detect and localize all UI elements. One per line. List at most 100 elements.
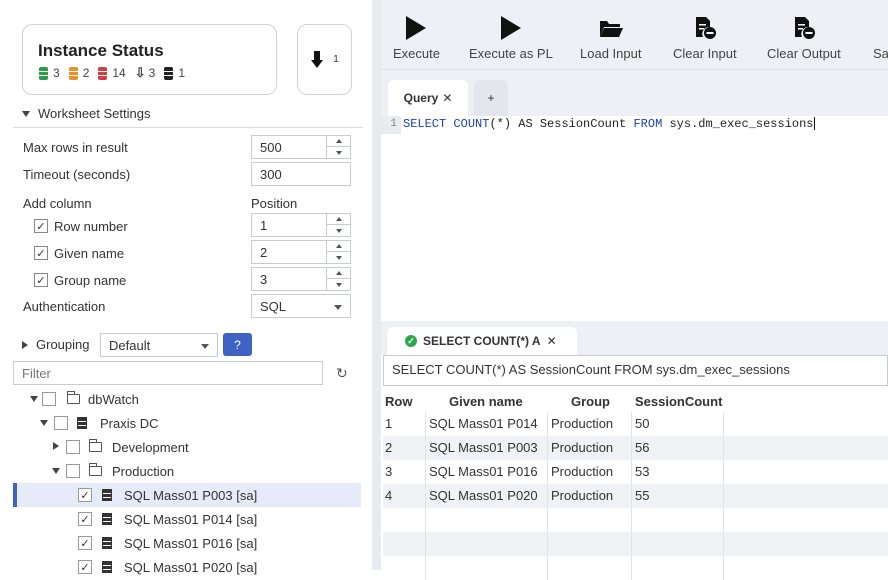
clear-output-button[interactable]: Clear Output bbox=[767, 14, 841, 61]
status-count-red: 14 bbox=[112, 66, 126, 80]
folder-icon bbox=[89, 439, 102, 452]
code-line: SELECT COUNT(*) AS SessionCount FROM sys… bbox=[403, 117, 815, 131]
column-header-row[interactable]: Row bbox=[385, 390, 425, 412]
decrement-button[interactable] bbox=[327, 279, 350, 290]
tree-node-label: Praxis DC bbox=[100, 416, 159, 431]
timeout-value: 300 bbox=[260, 167, 282, 182]
text-cursor bbox=[813, 117, 815, 131]
clear-input-button[interactable]: Clear Input bbox=[673, 14, 737, 61]
load-input-button[interactable]: Load Input bbox=[580, 14, 641, 61]
row-number-label: Row number bbox=[54, 219, 128, 234]
table-row[interactable]: 4 SQL Mass01 P020 Production 55 bbox=[383, 484, 888, 508]
tree-checkbox[interactable]: ✓ bbox=[78, 488, 92, 502]
given-name-checkbox[interactable]: ✓ bbox=[34, 246, 48, 260]
grouping-select[interactable]: Default bbox=[100, 333, 218, 357]
tree-node-p014[interactable]: ✓ SQL Mass01 P014 [sa] bbox=[13, 507, 361, 531]
table-row[interactable]: 1 SQL Mass01 P014 Production 50 bbox=[383, 412, 888, 436]
splitter[interactable] bbox=[372, 0, 381, 570]
tree-checkbox[interactable] bbox=[42, 392, 56, 406]
max-rows-label: Max rows in result bbox=[23, 140, 128, 155]
tree-node-label: SQL Mass01 P016 [sa] bbox=[124, 536, 258, 551]
timeout-field[interactable]: 300 bbox=[251, 162, 351, 186]
tab-query[interactable]: Query ✕ bbox=[388, 80, 468, 116]
tree-node-p003[interactable]: ✓ SQL Mass01 P003 [sa] bbox=[13, 483, 361, 507]
server-icon bbox=[102, 537, 112, 549]
tree-checkbox[interactable] bbox=[66, 440, 80, 454]
server-icon bbox=[77, 417, 87, 429]
group-name-checkbox[interactable]: ✓ bbox=[34, 273, 48, 287]
expand-icon[interactable] bbox=[40, 420, 48, 426]
db-green-icon bbox=[39, 66, 48, 80]
tree-checkbox[interactable]: ✓ bbox=[78, 536, 92, 550]
increment-button[interactable] bbox=[327, 268, 350, 279]
grouping-toggle[interactable]: Grouping bbox=[22, 337, 89, 352]
add-tab-button[interactable]: + bbox=[474, 80, 508, 116]
tree-checkbox[interactable]: ✓ bbox=[78, 560, 92, 574]
refresh-icon[interactable]: ↻ bbox=[336, 365, 348, 382]
row-number-position: 1 bbox=[260, 218, 268, 233]
column-header-group[interactable]: Group bbox=[571, 390, 631, 412]
server-icon bbox=[102, 489, 112, 501]
db-red-icon bbox=[98, 66, 108, 80]
decrement-button[interactable] bbox=[327, 252, 350, 263]
tab-result-label: SELECT COUNT(*) A bbox=[423, 334, 541, 348]
tree-node-p020[interactable]: ✓ SQL Mass01 P020 [sa] bbox=[13, 555, 361, 579]
worksheet-settings-toggle[interactable]: Worksheet Settings bbox=[22, 106, 150, 121]
help-button[interactable]: ? bbox=[223, 333, 252, 356]
group-name-position-stepper[interactable]: 3 bbox=[251, 267, 351, 291]
tab-result[interactable]: ✓ SELECT COUNT(*) A ✕ bbox=[387, 327, 577, 355]
given-name-label: Given name bbox=[54, 246, 125, 261]
folder-icon bbox=[89, 463, 102, 476]
expand-icon[interactable] bbox=[53, 442, 59, 450]
tree-checkbox[interactable] bbox=[66, 464, 80, 478]
increment-button[interactable] bbox=[327, 241, 350, 252]
close-icon[interactable]: ✕ bbox=[442, 91, 452, 105]
tree-node-praxis-dc[interactable]: Praxis DC bbox=[13, 411, 361, 435]
status-count-arrow: 3 bbox=[148, 66, 156, 80]
tree-node-label: Production bbox=[112, 464, 175, 479]
clear-document-icon bbox=[695, 17, 716, 39]
sql-editor[interactable]: 1 SELECT COUNT(*) AS SessionCount FROM s… bbox=[381, 116, 888, 321]
increment-button[interactable] bbox=[327, 136, 350, 147]
save-button[interactable]: Sa bbox=[873, 14, 888, 61]
instance-status-counts: 3 2 14 ⇩ 3 1 bbox=[39, 65, 185, 81]
close-icon[interactable]: ✕ bbox=[547, 334, 557, 348]
status-count-orange: 2 bbox=[82, 66, 90, 80]
execute-button[interactable]: Execute bbox=[393, 14, 440, 61]
max-rows-stepper[interactable]: 500 bbox=[251, 135, 351, 159]
result-grid: Row Given name Group SessionCount 1 SQL … bbox=[383, 390, 888, 580]
line-number: 1 bbox=[381, 116, 401, 134]
expand-icon[interactable] bbox=[52, 468, 60, 474]
authentication-select[interactable]: SQL bbox=[251, 294, 351, 318]
instance-status-title: Instance Status bbox=[38, 41, 164, 60]
row-number-checkbox[interactable]: ✓ bbox=[34, 219, 48, 233]
instance-status-card[interactable]: Instance Status 3 2 14 ⇩ 3 1 bbox=[22, 24, 277, 95]
group-name-position: 3 bbox=[260, 272, 268, 287]
execute-as-pl-button[interactable]: Execute as PL bbox=[469, 14, 553, 61]
tree-node-production[interactable]: Production bbox=[13, 459, 361, 483]
row-number-position-stepper[interactable]: 1 bbox=[251, 213, 351, 237]
table-row[interactable]: 2 SQL Mass01 P003 Production 56 bbox=[383, 436, 888, 460]
filter-input[interactable] bbox=[13, 361, 323, 385]
decrement-button[interactable] bbox=[327, 147, 350, 158]
given-name-position-stepper[interactable]: 2 bbox=[251, 240, 351, 264]
increment-button[interactable] bbox=[327, 214, 350, 225]
tree-checkbox[interactable]: ✓ bbox=[78, 512, 92, 526]
column-header-given-name[interactable]: Given name bbox=[449, 390, 549, 412]
query-tabs: Query ✕ + bbox=[381, 70, 888, 116]
max-rows-value: 500 bbox=[260, 140, 282, 155]
expand-icon[interactable] bbox=[30, 396, 38, 402]
tree-checkbox[interactable] bbox=[54, 416, 68, 430]
tree-node-dbwatch[interactable]: dbWatch bbox=[13, 387, 361, 411]
save-label: Sa bbox=[873, 46, 888, 61]
tree-node-development[interactable]: Development bbox=[13, 435, 361, 459]
tree-node-p016[interactable]: ✓ SQL Mass01 P016 [sa] bbox=[13, 531, 361, 555]
decrement-button[interactable] bbox=[327, 225, 350, 236]
download-button[interactable]: 1 bbox=[297, 24, 352, 95]
column-header-sessioncount[interactable]: SessionCount bbox=[635, 390, 735, 412]
toolbar: Execute Execute as PL Load Input Clear I… bbox=[381, 0, 888, 70]
table-row[interactable]: 3 SQL Mass01 P016 Production 53 bbox=[383, 460, 888, 484]
result-query-text: SELECT COUNT(*) AS SessionCount FROM sys… bbox=[383, 355, 888, 386]
authentication-value: SQL bbox=[260, 299, 287, 314]
download-badge: 1 bbox=[333, 54, 339, 65]
